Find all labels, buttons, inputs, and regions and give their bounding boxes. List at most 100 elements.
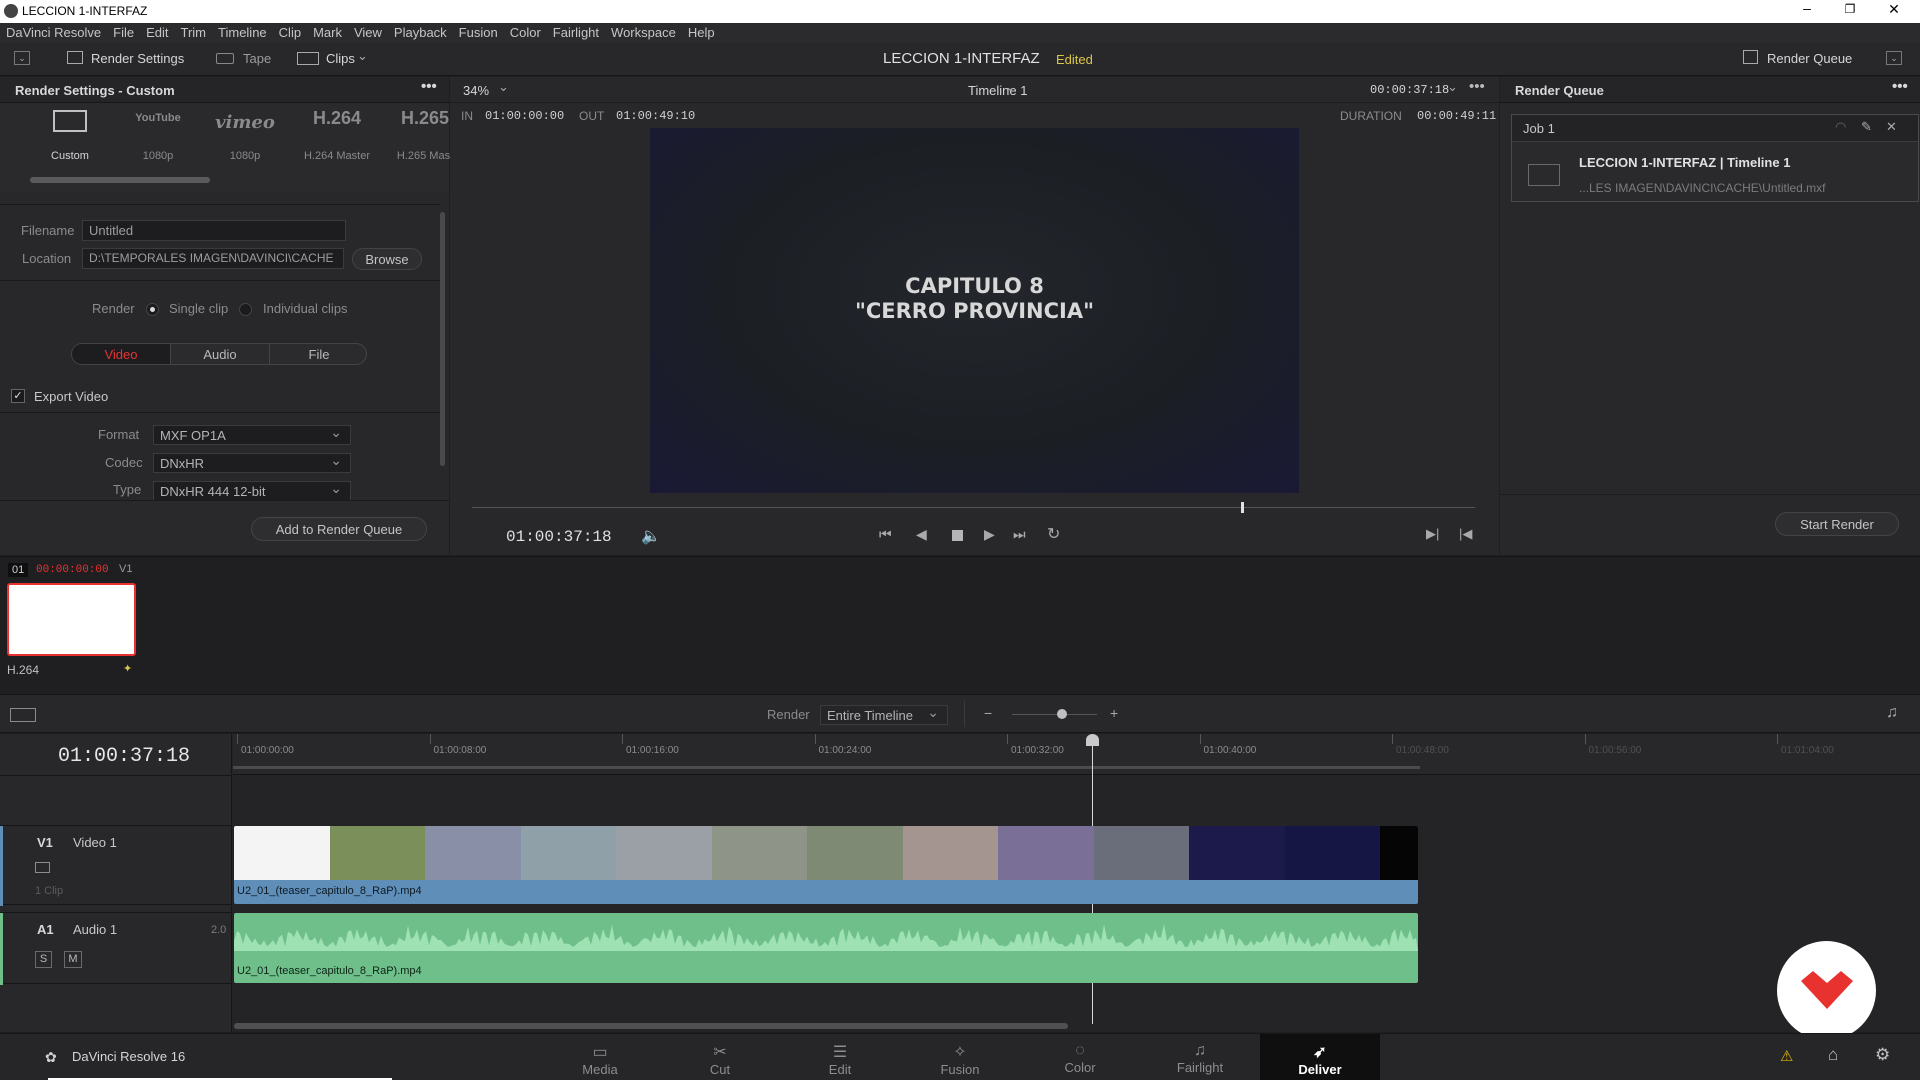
delete-job-icon[interactable]: ✕	[1886, 119, 1897, 135]
render-range-select[interactable]: Entire Timeline	[820, 704, 948, 725]
minimize-button[interactable]: –	[1795, 0, 1819, 16]
page-navigation-bar: ✿ DaVinci Resolve 16 ▭ Media ✂ Cut ☰ Edit ✧ Fus…	[0, 1033, 1920, 1080]
panel-toggle-icon[interactable]: ⌄	[14, 51, 30, 65]
menu-clip[interactable]: Clip	[273, 23, 307, 40]
zoom-slider[interactable]	[1012, 714, 1097, 715]
page-media[interactable]: ▭ Media	[540, 1034, 660, 1080]
page-edit[interactable]: ☰ Edit	[780, 1034, 900, 1080]
video-frame-thumbnail	[1380, 826, 1418, 880]
job-status-icon: ◠	[1835, 119, 1847, 134]
menu-playback[interactable]: Playback	[388, 23, 453, 40]
settings-scrollbar[interactable]	[440, 212, 445, 466]
collapse-icon[interactable]: ⌄	[1886, 51, 1902, 65]
menu-file[interactable]: File	[107, 23, 140, 40]
skip-to-start-icon[interactable]: ⏮	[879, 526, 892, 543]
volume-icon[interactable]: 🔈	[641, 526, 661, 546]
single-clip-radio[interactable]	[146, 303, 159, 316]
page-fairlight[interactable]: ♫ Fairlight	[1140, 1034, 1260, 1080]
viewer-scrubber[interactable]	[472, 507, 1475, 508]
timeline-selector[interactable]: Timeline 1	[968, 83, 1027, 98]
close-button[interactable]: ✕	[1882, 1, 1906, 18]
timeline-ruler[interactable]: 01:00:00:00 01:00:08:00 01:00:16:00 01:00:2…	[233, 734, 1920, 775]
menu-edit[interactable]: Edit	[140, 23, 174, 40]
page-cut[interactable]: ✂ Cut	[660, 1034, 780, 1080]
tab-video[interactable]: Video	[72, 344, 170, 364]
menu-trim[interactable]: Trim	[175, 23, 213, 40]
export-video-checkbox[interactable]: ✓	[11, 389, 25, 403]
menu-timeline[interactable]: Timeline	[212, 23, 273, 40]
preset-0[interactable]: Custom	[30, 103, 110, 173]
stop-icon[interactable]	[952, 530, 963, 541]
solo-button[interactable]: S	[35, 951, 52, 968]
page-deliver[interactable]: ➶ Deliver	[1260, 1034, 1380, 1080]
menu-help[interactable]: Help	[682, 23, 721, 40]
timeline-view-icon[interactable]	[10, 708, 36, 722]
render-queue-icon	[1743, 50, 1758, 64]
page-fusion[interactable]: ✧ Fusion	[900, 1034, 1020, 1080]
preset-1[interactable]: YouTube 1080p	[118, 103, 198, 173]
render-job-card[interactable]: Job 1 ◠ ✎ ✕ LECCION 1-INTERFAZ | Timelin…	[1511, 114, 1919, 202]
location-field[interactable]: D:\TEMPORALES IMAGEN\DAVINCI\CACHE	[82, 248, 344, 269]
home-icon[interactable]: ⌂	[1828, 1045, 1838, 1065]
warning-icon[interactable]: ⚠	[1780, 1047, 1793, 1065]
zoom-slider-handle[interactable]	[1057, 709, 1067, 719]
chevron-down-icon[interactable]: ⌄	[1447, 79, 1458, 95]
menu-fusion[interactable]: Fusion	[453, 23, 504, 40]
page-color[interactable]: ◌ Color	[1020, 1034, 1140, 1080]
play-icon[interactable]: ▶	[984, 526, 995, 543]
ruler-label: 01:00:40:00	[1203, 745, 1257, 756]
filename-field[interactable]: Untitled	[82, 220, 346, 241]
clip-track: V1	[119, 563, 133, 575]
scrubber-handle[interactable]	[1241, 502, 1245, 513]
menu-workspace[interactable]: Workspace	[605, 23, 682, 40]
preset-scrollbar[interactable]	[30, 177, 210, 183]
menu-fairlight[interactable]: Fairlight	[547, 23, 605, 40]
preset-2[interactable]: vimeo 1080p	[205, 103, 285, 173]
zoom-in-icon[interactable]: +	[1110, 705, 1118, 721]
window-title: LECCION 1-INTERFAZ	[22, 4, 148, 18]
preset-3[interactable]: H.264 H.264 Master	[297, 103, 377, 173]
add-to-render-queue-button[interactable]: Add to Render Queue	[251, 517, 427, 541]
skip-to-end-icon[interactable]: ⏭	[1013, 526, 1026, 543]
settings-gear-icon[interactable]: ⚙	[1875, 1045, 1890, 1065]
mute-button[interactable]: M	[64, 951, 82, 968]
codec-select[interactable]: DNxHR	[153, 452, 351, 473]
timeline-hscrollbar[interactable]	[234, 1023, 1068, 1029]
tab-audio[interactable]: Audio	[170, 344, 269, 364]
zoom-out-icon[interactable]: −	[984, 705, 992, 721]
render-settings-button[interactable]: Render Settings	[91, 51, 184, 66]
menu-view[interactable]: View	[348, 23, 388, 40]
menu-mark[interactable]: Mark	[307, 23, 348, 40]
more-options-icon[interactable]: •••	[1892, 78, 1908, 95]
individual-clips-radio[interactable]	[239, 303, 252, 316]
menu-davinci-resolve[interactable]: DaVinci Resolve	[0, 23, 107, 40]
edit-icon[interactable]: ✎	[1861, 119, 1872, 135]
more-options-icon[interactable]: •••	[421, 78, 437, 95]
step-back-icon[interactable]: ◀	[916, 526, 927, 543]
chevron-down-icon[interactable]: ⌄	[1005, 79, 1016, 95]
audio-clip[interactable]: U2_01_(teaser_capitulo_8_RaP).mp4	[234, 913, 1418, 983]
video-track-name[interactable]: Video 1	[73, 835, 117, 850]
prev-marker-icon[interactable]: |◀	[1459, 526, 1472, 542]
render-queue-button[interactable]: Render Queue	[1767, 51, 1852, 66]
loop-icon[interactable]: ↻	[1047, 524, 1060, 544]
format-select[interactable]: MXF OP1A	[153, 424, 351, 445]
more-options-icon[interactable]: •••	[1469, 78, 1485, 95]
zoom-level[interactable]: 34%	[463, 83, 489, 98]
restore-button[interactable]: ❐	[1838, 2, 1862, 16]
clip-timecode: 00:00:00:00	[36, 564, 109, 576]
menu-color[interactable]: Color	[504, 23, 547, 40]
type-select[interactable]: DNxHR 444 12-bit	[153, 480, 351, 501]
browse-button[interactable]: Browse	[352, 248, 422, 270]
audio-track-name[interactable]: Audio 1	[73, 922, 117, 937]
clip-thumbnail[interactable]	[7, 583, 136, 656]
track-lock-icon[interactable]	[35, 862, 50, 873]
video-clip[interactable]: U2_01_(teaser_capitulo_8_RaP).mp4	[234, 826, 1418, 904]
tab-file[interactable]: File	[269, 344, 366, 364]
clips-button[interactable]: Clips	[326, 51, 355, 66]
audio-meter-icon[interactable]: ♫	[1886, 704, 1898, 722]
chevron-down-icon[interactable]: ⌄	[498, 79, 509, 95]
next-marker-icon[interactable]: ▶|	[1426, 526, 1439, 542]
start-render-button[interactable]: Start Render	[1775, 512, 1899, 536]
tape-button[interactable]: Tape	[243, 51, 271, 66]
